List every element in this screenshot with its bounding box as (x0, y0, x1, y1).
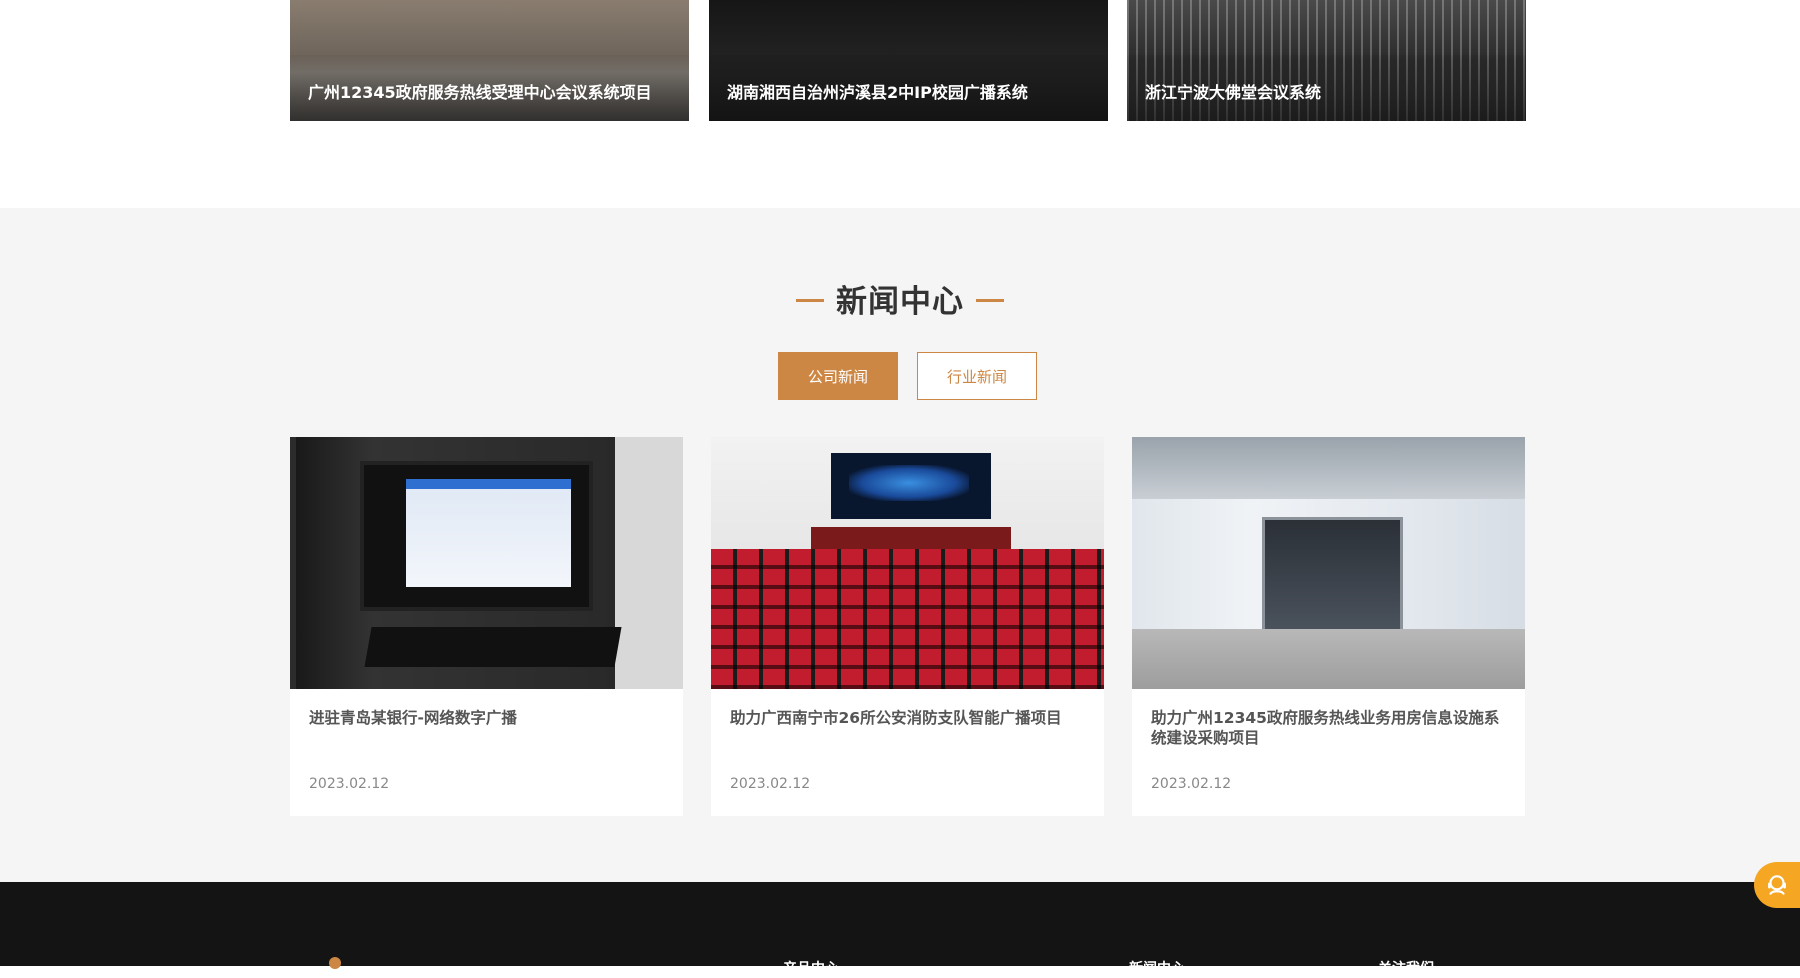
title-dash (976, 299, 1004, 302)
project-title[interactable]: 湖南湘西自治州泸溪县2中IP校园广播系统 (727, 79, 1028, 103)
news-date: 2023.02.12 (1151, 776, 1232, 792)
news-card[interactable]: 助力广西南宁市26所公安消防支队智能广播项目 2023.02.12 (711, 437, 1104, 816)
footer-col-follow[interactable]: 关注我们 (1378, 958, 1434, 978)
news-title[interactable]: 助力广州12345政府服务热线业务用房信息设施系统建设采购项目 (1151, 708, 1506, 748)
tab-industry-news[interactable]: 行业新闻 (917, 352, 1037, 400)
news-section: 新闻中心 公司新闻 行业新闻 进驻青岛某银行-网络数字广播 2023.02.12… (0, 208, 1800, 882)
headset-icon (1768, 875, 1786, 895)
title-dash (796, 299, 824, 302)
news-title[interactable]: 进驻青岛某银行-网络数字广播 (309, 708, 664, 728)
news-title[interactable]: 助力广西南宁市26所公安消防支队智能广播项目 (730, 708, 1085, 728)
footer: 产品中心 新闻中心 关注我们 (0, 882, 1800, 977)
news-date: 2023.02.12 (309, 776, 390, 792)
footer-col-news[interactable]: 新闻中心 (1129, 958, 1185, 978)
project-card[interactable]: 广州12345政府服务热线受理中心会议系统项目 (290, 0, 689, 121)
news-card[interactable]: 进驻青岛某银行-网络数字广播 2023.02.12 (290, 437, 683, 816)
project-title[interactable]: 广州12345政府服务热线受理中心会议系统项目 (308, 79, 652, 103)
news-tabs: 公司新闻 行业新闻 (0, 352, 1800, 400)
news-image[interactable] (1132, 437, 1525, 689)
tab-company-news[interactable]: 公司新闻 (778, 352, 898, 400)
project-title[interactable]: 浙江宁波大佛堂会议系统 (1145, 79, 1321, 103)
section-title: 新闻中心 (0, 276, 1800, 321)
footer-col-products[interactable]: 产品中心 (783, 958, 839, 978)
footer-logo-dot (329, 957, 341, 969)
news-image[interactable] (711, 437, 1104, 689)
news-card[interactable]: 助力广州12345政府服务热线业务用房信息设施系统建设采购项目 2023.02.… (1132, 437, 1525, 816)
project-card[interactable]: 浙江宁波大佛堂会议系统 (1127, 0, 1526, 121)
project-card[interactable]: 湖南湘西自治州泸溪县2中IP校园广播系统 (709, 0, 1108, 121)
projects-strip: 广州12345政府服务热线受理中心会议系统项目 湖南湘西自治州泸溪县2中IP校园… (0, 0, 1800, 208)
news-date: 2023.02.12 (730, 776, 811, 792)
news-image[interactable] (290, 437, 683, 689)
customer-service-button[interactable] (1754, 862, 1800, 908)
